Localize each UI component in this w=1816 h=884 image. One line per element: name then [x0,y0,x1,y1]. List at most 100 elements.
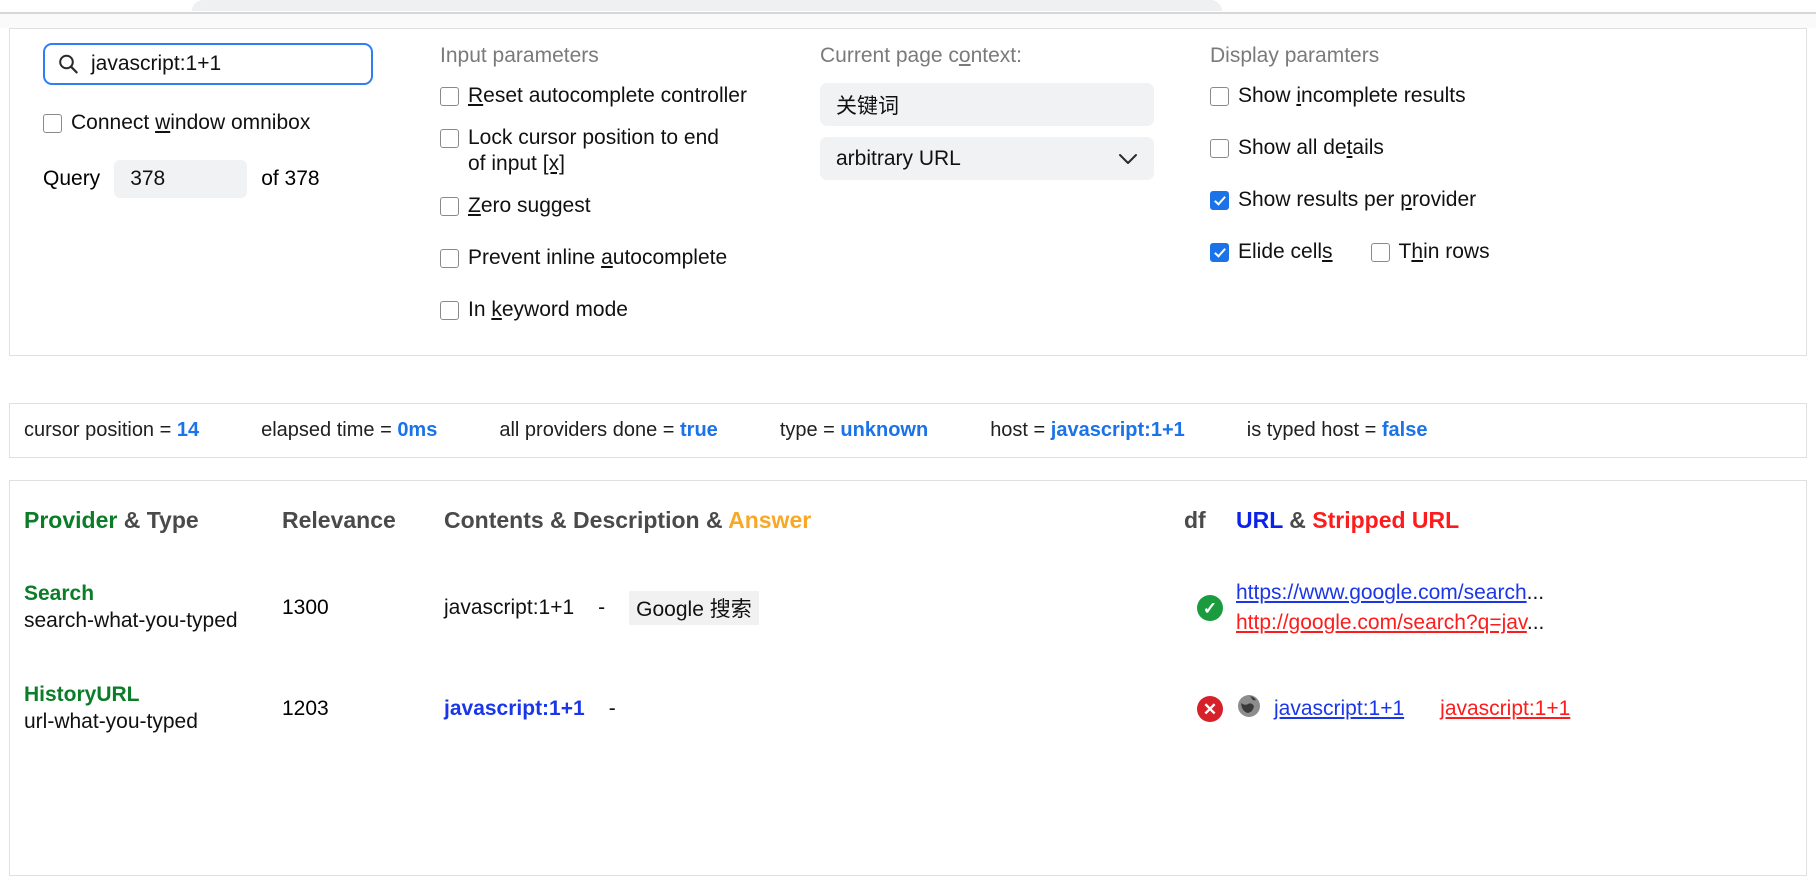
row-url-link[interactable]: https://www.google.com/search [1236,581,1527,604]
page-context-column: Current page context: 关键词 arbitrary URL [820,43,1210,191]
row-url-cell: javascript:1+1 javascript:1+1 [1236,660,1806,758]
lock-cursor-position-row[interactable]: Lock cursor position to end of input [x] [440,125,820,177]
page-top-band [0,14,1816,28]
row-stripped-url-line[interactable]: http://google.com/search?q=jav... [1236,608,1806,638]
header-provider-type[interactable]: Provider & Type [10,481,282,556]
row-provider-type: search-what-you-typed [24,609,238,632]
row-relevance: 1203 [282,697,329,720]
row-url-link[interactable]: javascript:1+1 [1274,697,1404,721]
query-label: Query [43,167,101,190]
query-navigation-row: Query 378 of 378 [43,160,433,198]
header-url-stripped[interactable]: URL & Stripped URL [1236,481,1806,556]
zero-suggest-label: Zero suggest [468,194,591,217]
show-incomplete-results-row[interactable]: Show incomplete results [1210,83,1770,109]
lock-cursor-position-label: Lock cursor position to end of input [x] [468,126,719,175]
header-relevance[interactable]: Relevance [282,481,444,556]
header-contents[interactable]: Contents & Description & Answer [444,481,1184,556]
connect-window-omnibox-checkbox[interactable] [43,113,62,133]
status-type: type = unknown [779,419,929,441]
prevent-inline-autocomplete-checkbox[interactable] [440,248,459,268]
results-table-panel: Provider & Type Relevance Contents & Des… [9,480,1807,876]
row-url-ellipsis: ... [1526,581,1545,604]
row-provider-type: url-what-you-typed [24,710,198,733]
status-host: host = javascript:1+1 [990,419,1185,441]
row-provider-cell: HistoryURL url-what-you-typed [10,660,282,758]
row-description-text: Google 搜索 [629,591,759,625]
search-input[interactable]: javascript:1+1 [43,43,373,85]
zero-suggest-row[interactable]: Zero suggest [440,193,820,219]
row-stripped-url-ellipsis: ... [1526,611,1545,634]
show-incomplete-results-label: Show incomplete results [1238,84,1466,107]
table-row[interactable]: HistoryURL url-what-you-typed 1203 javas… [10,660,1806,758]
show-results-per-provider-row[interactable]: Show results per provider [1210,187,1770,213]
row-contents-separator: - [608,697,616,720]
row-contents-text: javascript:1+1 [444,697,585,720]
row-contents-separator: - [598,596,606,619]
query-index-input[interactable]: 378 [114,160,248,198]
zero-suggest-checkbox[interactable] [440,196,459,216]
globe-icon [1236,693,1262,725]
row-url-line[interactable]: https://www.google.com/search... [1236,578,1806,608]
results-table-body: Search search-what-you-typed 1300 javasc… [10,556,1806,758]
elide-cells-checkbox[interactable] [1210,242,1229,262]
connect-window-omnibox-label: Connect window omnibox [71,111,311,134]
query-total-label: of 378 [261,167,320,190]
lock-cursor-position-checkbox[interactable] [440,129,459,148]
row-provider-cell: Search search-what-you-typed [10,556,282,660]
in-keyword-mode-row[interactable]: In keyword mode [440,297,820,323]
elide-thin-row-group: Elide cells Thin rows [1210,239,1770,265]
chevron-down-icon [1118,147,1138,171]
prevent-inline-autocomplete-label: Prevent inline autocomplete [468,246,728,269]
page-context-title: Current page context: [820,44,1022,67]
show-all-details-checkbox[interactable] [1210,138,1229,158]
reset-autocomplete-controller-label: Reset autocomplete controller [468,84,747,107]
in-keyword-mode-label: In keyword mode [468,298,628,321]
browser-tab-partial[interactable] [192,0,1222,11]
reset-autocomplete-controller-row[interactable]: Reset autocomplete controller [440,83,820,109]
status-all-providers-done: all providers done = true [499,419,718,441]
status-elapsed-time: elapsed time = 0ms [261,419,438,441]
thin-rows-label: Thin rows [1398,240,1490,263]
display-parameters-column: Display paramters Show incomplete result… [1210,43,1770,265]
row-provider-name: Search [24,582,95,605]
thin-rows-checkbox[interactable] [1370,242,1390,262]
row-stripped-url-link[interactable]: http://google.com/search?q=jav [1236,611,1527,634]
check-circle-icon: ✓ [1197,595,1223,621]
elide-cells-label: Elide cells [1238,240,1333,263]
thin-rows-row[interactable]: Thin rows [1370,239,1490,265]
show-incomplete-results-checkbox[interactable] [1210,86,1229,106]
page-context-url-value: 关键词 [836,94,899,118]
search-icon [59,54,78,74]
page-context-url-input[interactable]: 关键词 [820,83,1154,126]
input-parameters-column: Input parameters Reset autocomplete cont… [440,43,820,339]
table-row[interactable]: Search search-what-you-typed 1300 javasc… [10,556,1806,660]
show-results-per-provider-checkbox[interactable] [1210,190,1229,210]
show-results-per-provider-label: Show results per provider [1238,188,1477,211]
row-df-cell: ✓ [1184,556,1236,660]
elide-cells-row[interactable]: Elide cells [1210,239,1333,265]
header-df[interactable]: df [1184,481,1236,556]
error-circle-icon: ✕ [1197,696,1223,722]
results-header-row: Provider & Type Relevance Contents & Des… [10,481,1806,556]
results-table: Provider & Type Relevance Contents & Des… [10,481,1806,758]
input-parameters-title: Input parameters [440,44,599,67]
show-all-details-row[interactable]: Show all details [1210,135,1770,161]
row-url-cell: https://www.google.com/search... http://… [1236,556,1806,660]
in-keyword-mode-checkbox[interactable] [440,300,459,320]
row-relevance: 1300 [282,596,329,619]
row-contents-cell: javascript:1+1 - Google 搜索 [444,556,1184,660]
status-cursor-position: cursor position = 14 [24,419,200,441]
page-classification-value: arbitrary URL [836,146,961,170]
page-classification-select[interactable]: arbitrary URL [820,137,1154,180]
parameters-panel: javascript:1+1 Connect window omnibox Qu… [9,28,1807,356]
browser-top-strip [0,0,1816,14]
connect-window-omnibox-row[interactable]: Connect window omnibox [43,110,433,136]
prevent-inline-autocomplete-row[interactable]: Prevent inline autocomplete [440,245,820,271]
row-contents-text: javascript:1+1 [444,596,575,619]
reset-autocomplete-controller-checkbox[interactable] [440,87,459,106]
row-stripped-url-link[interactable]: javascript:1+1 [1440,697,1570,721]
display-parameters-title: Display paramters [1210,44,1380,67]
query-column: javascript:1+1 Connect window omnibox Qu… [43,43,433,198]
row-provider-name: HistoryURL [24,683,140,706]
status-bar: cursor position = 14 elapsed time = 0ms … [9,403,1807,458]
